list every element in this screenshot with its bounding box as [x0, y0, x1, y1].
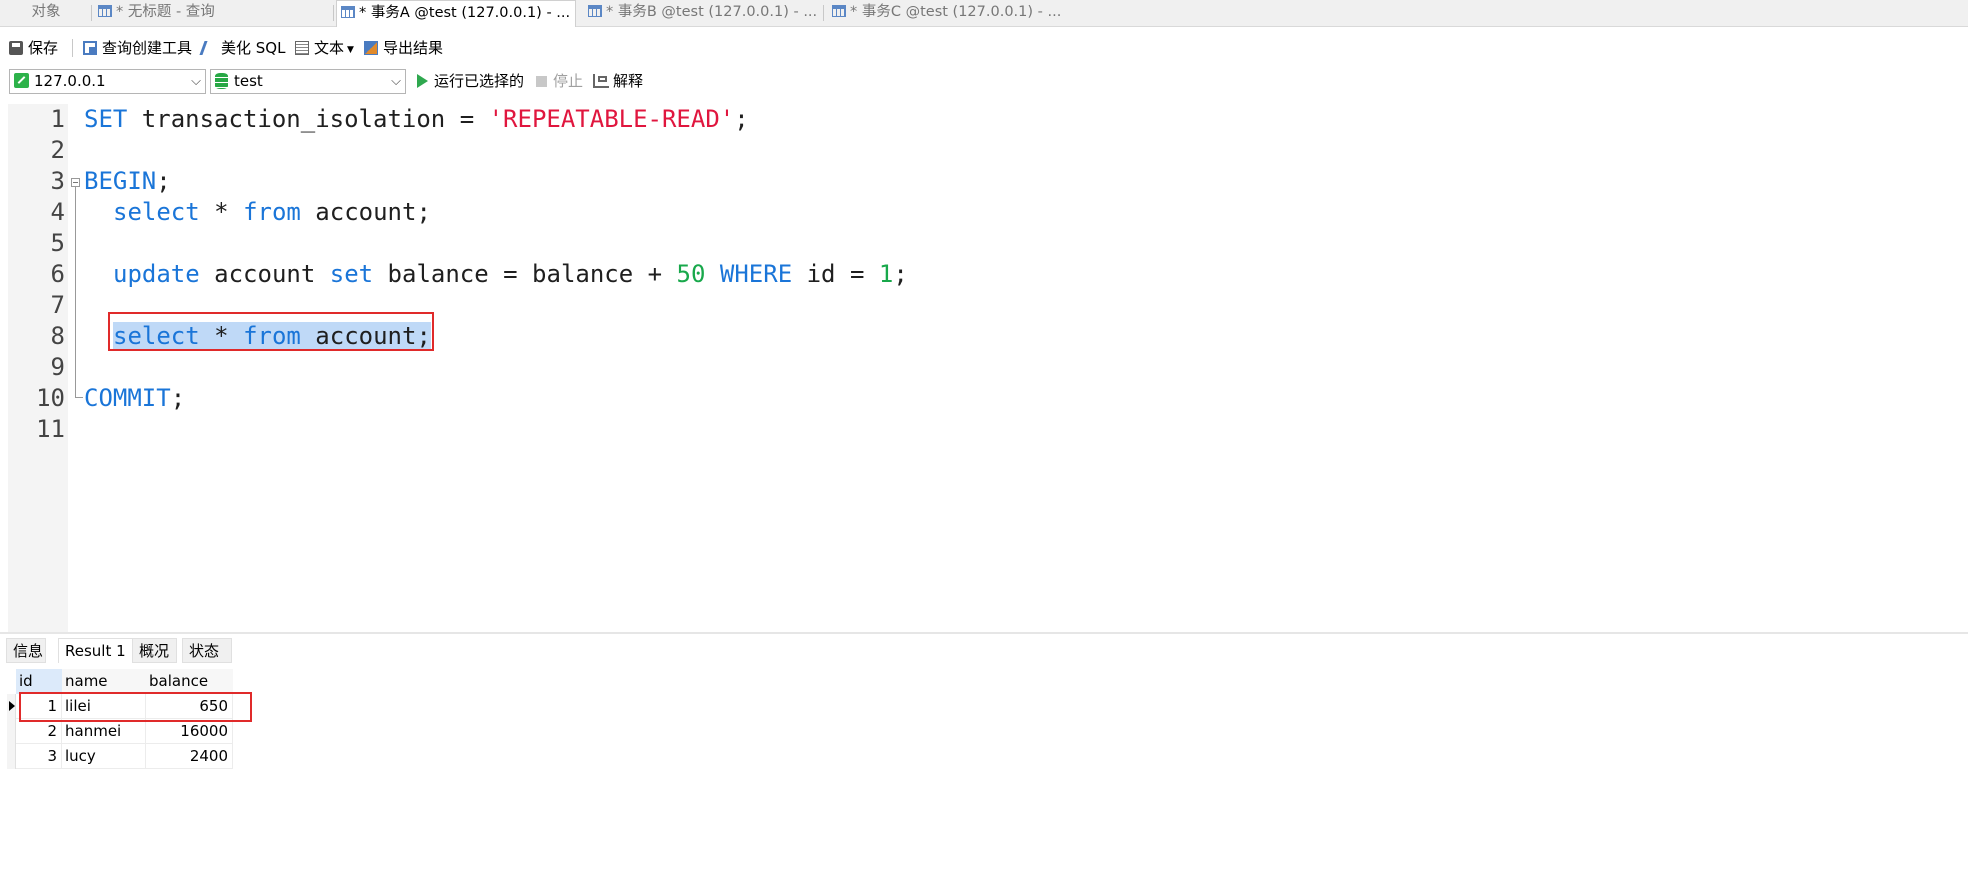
connection-select[interactable]: 127.0.0.1 ⌵: [9, 69, 206, 94]
row-marker: [7, 744, 16, 769]
fold-guide-end: [75, 397, 83, 398]
explain-button[interactable]: 解释: [593, 69, 643, 94]
chevron-down-icon: ⌵: [191, 74, 201, 89]
code-line-4: select * from account;: [113, 198, 431, 226]
code-line-1: SET transaction_isolation = 'REPEATABLE-…: [84, 105, 749, 133]
toolbar-divider: [72, 39, 73, 57]
line-number: 7: [50, 291, 65, 319]
tab-result-1[interactable]: Result 1: [58, 638, 137, 663]
code-line-6: update account set balance = balance + 5…: [113, 260, 908, 288]
tab-untitled-query[interactable]: * 无标题 - 查询: [94, 0, 334, 26]
stop-label: 停止: [553, 72, 584, 90]
explain-icon: [593, 74, 609, 88]
table-cell[interactable]: 3: [16, 744, 62, 769]
tab-label: * 无标题 - 查询: [116, 4, 215, 20]
tab-label: 对象: [31, 4, 61, 20]
database-icon: [215, 73, 228, 89]
save-icon: [9, 41, 23, 55]
line-number: 4: [50, 198, 65, 226]
line-number: 2: [50, 136, 65, 164]
column-header-id[interactable]: id: [16, 669, 62, 694]
tab-transaction-c[interactable]: * 事务C @test (127.0.0.1) - ...: [828, 0, 1072, 26]
run-selected-button[interactable]: 运行已选择的: [417, 69, 524, 94]
line-number: 6: [50, 260, 65, 288]
table-icon: [98, 5, 112, 17]
export-results-button[interactable]: 导出结果: [364, 35, 443, 61]
column-header-name[interactable]: name: [62, 669, 146, 694]
query-builder-label: 查询创建工具: [102, 39, 193, 57]
row-marker: [7, 719, 16, 744]
connection-icon: [14, 73, 29, 88]
tab-transaction-a[interactable]: * 事务A @test (127.0.0.1) - ...: [336, 0, 576, 27]
line-number: 9: [50, 353, 65, 381]
run-selected-label: 运行已选择的: [434, 72, 525, 90]
code-line-10: COMMIT;: [84, 384, 186, 412]
editor-tab-bar: 对象 * 无标题 - 查询 * 事务A @test (127.0.0.1) - …: [0, 0, 1968, 27]
text-icon: [295, 41, 309, 55]
tab-label: * 事务C @test (127.0.0.1) - ...: [850, 4, 1062, 20]
panel-splitter[interactable]: [0, 632, 1968, 634]
table-cell[interactable]: 16000: [146, 719, 233, 744]
table-cell[interactable]: hanmei: [62, 719, 146, 744]
tab-status[interactable]: 状态: [182, 638, 232, 663]
play-icon: [417, 74, 428, 88]
table-cell[interactable]: lucy: [62, 744, 146, 769]
beautify-icon: [199, 41, 219, 55]
stop-icon: [536, 76, 547, 87]
beautify-sql-button[interactable]: 美化 SQL: [199, 35, 286, 61]
stop-button[interactable]: 停止: [536, 69, 583, 94]
sql-editor[interactable]: 1 2 3 4 5 6 7 8 9 10 11 SET transaction_…: [0, 104, 1968, 632]
highlight-box: [108, 312, 434, 351]
query-builder-button[interactable]: 查询创建工具: [83, 35, 192, 61]
save-button[interactable]: 保存: [9, 35, 58, 61]
tab-transaction-b[interactable]: * 事务B @test (127.0.0.1) - ...: [584, 0, 824, 26]
connection-value: 127.0.0.1: [34, 72, 106, 90]
table-icon: [341, 6, 355, 18]
tab-info[interactable]: 信息: [6, 638, 46, 663]
line-number: 5: [50, 229, 65, 257]
explain-label: 解释: [613, 72, 644, 90]
database-value: test: [234, 72, 263, 90]
chevron-down-icon: ⌵: [391, 74, 401, 89]
chevron-down-icon: ▼: [347, 45, 354, 55]
beautify-label: 美化 SQL: [221, 39, 286, 57]
table-icon: [588, 5, 602, 17]
line-number: 1: [50, 105, 65, 133]
query-builder-icon: [83, 41, 97, 55]
tab-label: * 事务B @test (127.0.0.1) - ...: [606, 4, 818, 20]
column-header-balance[interactable]: balance: [146, 669, 233, 694]
tab-objects[interactable]: 对象: [0, 0, 92, 26]
row-highlight-box: [19, 692, 252, 722]
tab-profile[interactable]: 概况: [132, 638, 177, 663]
table-cell[interactable]: 2400: [146, 744, 233, 769]
text-menu-button[interactable]: 文本 ▼: [295, 35, 354, 61]
export-icon: [364, 41, 378, 55]
line-number: 3: [50, 167, 65, 195]
fold-toggle-icon[interactable]: [71, 178, 80, 187]
current-row-indicator-icon: [7, 694, 16, 719]
line-number: 10: [36, 384, 65, 412]
tab-label: * 事务A @test (127.0.0.1) - ...: [359, 5, 571, 21]
export-label: 导出结果: [383, 39, 444, 57]
code-line-3: BEGIN;: [84, 167, 171, 195]
table-icon: [832, 5, 846, 17]
database-select[interactable]: test ⌵: [210, 69, 406, 94]
line-number: 11: [36, 415, 65, 443]
table-cell[interactable]: 2: [16, 719, 62, 744]
text-label: 文本: [314, 39, 345, 57]
save-label: 保存: [28, 39, 59, 57]
fold-guide: [75, 187, 76, 397]
line-number: 8: [50, 322, 65, 350]
